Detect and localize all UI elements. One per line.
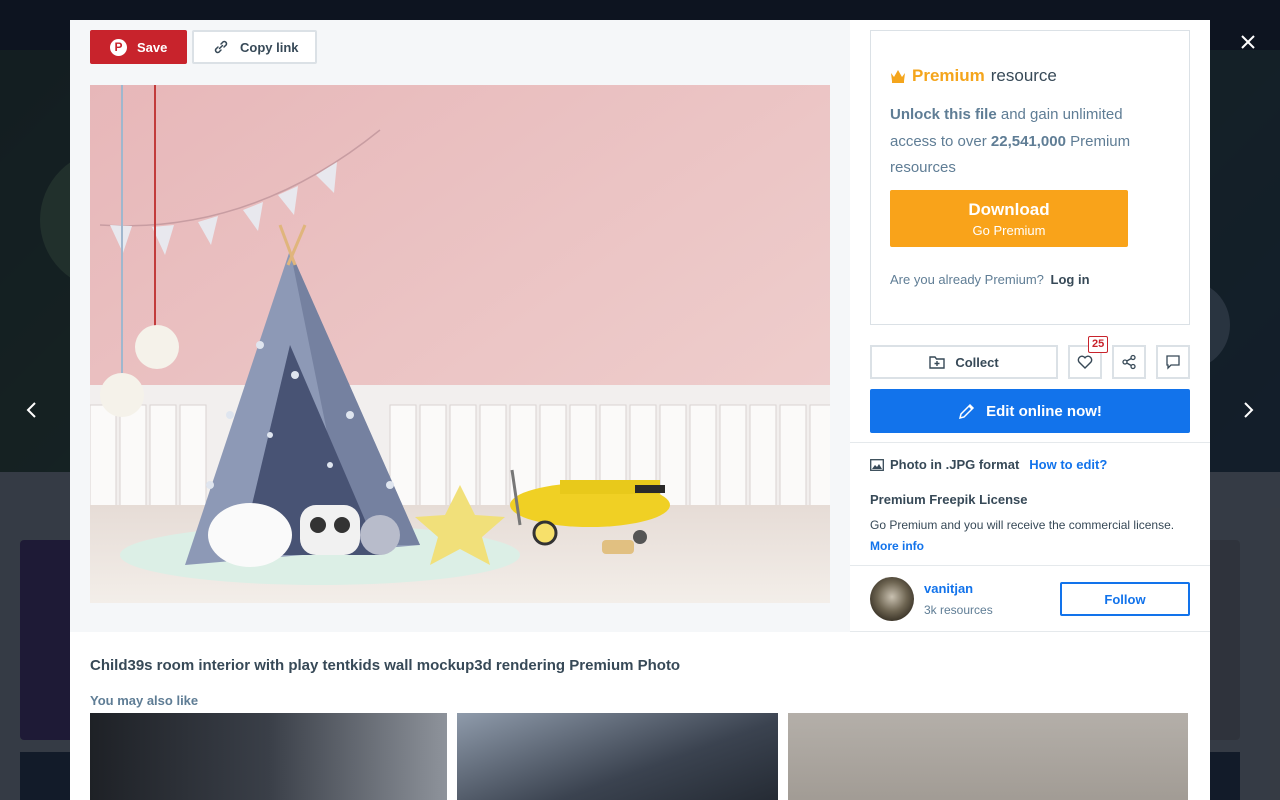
preview-pane: P Save Copy link xyxy=(70,20,850,632)
premium-description: Unlock this file and gain unlimited acce… xyxy=(890,102,1140,182)
license-title: Premium Freepik License xyxy=(870,492,1028,507)
save-button[interactable]: P Save xyxy=(90,30,187,64)
chevron-left-icon[interactable] xyxy=(20,398,44,422)
unlock-bold: Unlock this file xyxy=(890,106,997,123)
format-info: Photo in .JPG format How to edit? xyxy=(870,457,1107,472)
license-description: Go Premium and you will receive the comm… xyxy=(870,515,1180,557)
resource-modal: P Save Copy link Premium resource Unlock… xyxy=(70,20,1210,800)
related-thumbnail[interactable] xyxy=(457,713,778,800)
related-thumbnail[interactable] xyxy=(90,713,447,800)
likes-count-badge: 25 xyxy=(1088,336,1109,353)
already-premium-text: Are you already Premium? Log in xyxy=(890,272,1090,287)
share-button[interactable] xyxy=(1112,345,1146,379)
collect-button[interactable]: Collect xyxy=(870,345,1058,379)
how-to-edit-link[interactable]: How to edit? xyxy=(1029,457,1107,472)
edit-label: Edit online now! xyxy=(986,402,1102,420)
related-thumbnail[interactable] xyxy=(788,713,1188,800)
format-text: Photo in .JPG format xyxy=(890,457,1020,472)
related-section: Child39s room interior with play tentkid… xyxy=(70,632,1210,800)
follow-button[interactable]: Follow xyxy=(1060,582,1190,616)
folder-plus-icon xyxy=(929,356,946,369)
author-resources: 3k resources xyxy=(924,603,993,617)
pencil-icon xyxy=(959,403,975,420)
details-pane: Premium resource Unlock this file and ga… xyxy=(850,20,1210,632)
login-link[interactable]: Log in xyxy=(1051,272,1090,287)
collect-label: Collect xyxy=(955,354,999,370)
premium-highlight: Premium xyxy=(912,66,985,85)
author-avatar[interactable] xyxy=(870,577,914,621)
main-photo[interactable] xyxy=(90,85,830,603)
link-icon xyxy=(214,40,228,54)
download-label: Download xyxy=(968,200,1050,219)
copy-link-button[interactable]: Copy link xyxy=(192,30,317,64)
premium-title: Premium resource xyxy=(890,66,1057,86)
author-name[interactable]: vanitjan xyxy=(924,581,973,596)
share-icon xyxy=(1122,354,1136,370)
comment-button[interactable] xyxy=(1156,345,1190,379)
divider xyxy=(850,565,1210,566)
photo-title: Child39s room interior with play tentkid… xyxy=(90,657,681,674)
premium-title-rest: resource xyxy=(990,66,1057,85)
crown-icon xyxy=(891,70,905,83)
save-label: Save xyxy=(137,39,168,55)
image-icon xyxy=(870,458,884,471)
resource-count: 22,541,000 xyxy=(990,132,1066,150)
download-sublabel: Go Premium xyxy=(972,223,1046,238)
close-icon[interactable] xyxy=(1236,30,1260,54)
comment-icon xyxy=(1166,355,1180,370)
divider xyxy=(850,442,1210,443)
download-button[interactable]: Download Go Premium xyxy=(890,190,1128,247)
license-text: Go Premium and you will receive the comm… xyxy=(870,518,1175,532)
pinterest-icon: P xyxy=(110,38,127,56)
copy-link-label: Copy link xyxy=(240,39,299,55)
more-info-link[interactable]: More info xyxy=(870,539,924,553)
edit-online-button[interactable]: Edit online now! xyxy=(870,389,1190,433)
heart-icon xyxy=(1077,355,1093,369)
similar-heading: You may also like xyxy=(90,693,199,708)
already-text: Are you already Premium? xyxy=(890,272,1044,287)
chevron-right-icon[interactable] xyxy=(1236,398,1260,422)
